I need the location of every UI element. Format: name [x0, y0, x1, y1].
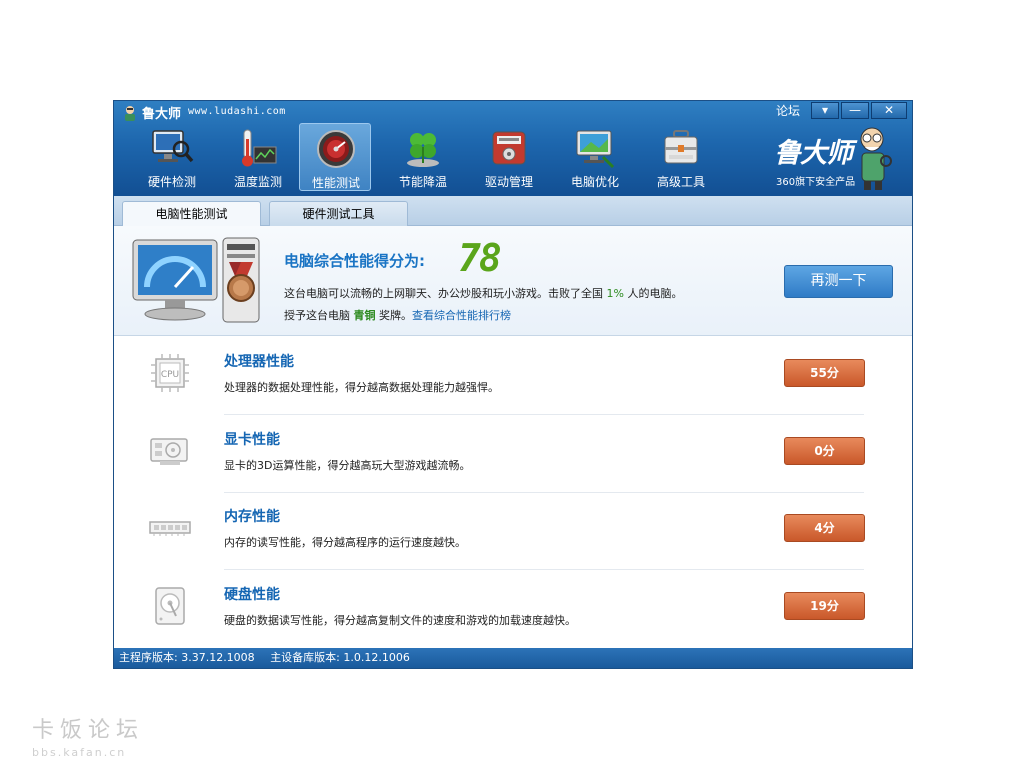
tool-label: 高级工具 — [656, 175, 705, 189]
row-title[interactable]: 硬盘性能 — [224, 584, 280, 604]
graphics-card-icon — [150, 438, 188, 465]
tool-hardware-detect[interactable]: 硬件检测 — [136, 123, 208, 191]
row-cpu-performance: CPU 处理器性能 处理器的数据处理性能，得分越高数据处理能力越强悍。 55分 — [114, 337, 912, 415]
row-description: 内存的读写性能，得分越高程序的运行速度越快。 — [224, 536, 466, 549]
graphics-score-badge[interactable]: 0分 — [784, 437, 865, 465]
tool-pc-optimize[interactable]: 电脑优化 — [559, 123, 631, 191]
memory-score-badge[interactable]: 4分 — [784, 514, 865, 542]
forum-link[interactable]: 论坛 — [776, 102, 800, 119]
tool-label: 驱动管理 — [484, 175, 533, 189]
desc-suffix: 人的电脑。 — [627, 287, 683, 300]
tool-energy-saving[interactable]: 节能降温 — [387, 123, 459, 191]
retest-button[interactable]: 再测一下 — [784, 265, 893, 298]
memory-stick-icon — [149, 521, 191, 536]
menu-dropdown-button[interactable]: ▾ — [811, 102, 839, 119]
score-summary: 电脑综合性能得分为: 78 这台电脑可以流畅的上网聊天、办公炒股和玩小游戏。击败… — [114, 226, 912, 336]
desc-prefix: 这台电脑可以流畅的上网聊天、办公炒股和玩小游戏。击败了全国 — [284, 287, 603, 300]
device-db-version: 主设备库版本: 1.0.12.1006 — [270, 651, 410, 664]
tool-driver-management[interactable]: 驱动管理 — [473, 123, 545, 191]
driver-box-icon — [492, 131, 526, 165]
thermometer-icon — [242, 129, 277, 167]
tool-label: 性能测试 — [311, 176, 360, 190]
clover-icon — [407, 133, 439, 167]
tool-label: 温度监测 — [233, 175, 282, 189]
tool-performance-test[interactable]: 性能测试 — [299, 123, 371, 191]
watermark-title: 卡饭论坛 — [32, 718, 145, 743]
app-window: 鲁大师 www.ludashi.com 论坛 ▾ — ✕ 硬件检测 温度监测 性… — [113, 100, 913, 669]
close-button[interactable]: ✕ — [871, 102, 907, 119]
tool-advanced[interactable]: 高级工具 — [645, 123, 717, 191]
row-description: 显卡的3D运算性能，得分越高玩大型游戏越流畅。 — [224, 459, 471, 472]
minimize-button[interactable]: — — [841, 102, 869, 119]
hard-disk-icon — [155, 587, 185, 625]
row-disk-performance: 硬盘性能 硬盘的数据读写性能，得分越高复制文件的速度和游戏的加载速度越快。 19… — [114, 570, 912, 648]
tool-label: 硬件检测 — [147, 175, 196, 189]
row-title[interactable]: 处理器性能 — [224, 351, 294, 371]
toolbox-icon — [664, 130, 698, 164]
app-logo-icon — [125, 106, 135, 121]
tab-hardware-test-tools[interactable]: 硬件测试工具 — [269, 201, 408, 226]
ranking-link[interactable]: 查看综合性能排行榜 — [412, 309, 511, 322]
performance-list: CPU 处理器性能 处理器的数据处理性能，得分越高数据处理能力越强悍。 55分 … — [114, 337, 912, 647]
monitor-optimize-icon — [576, 130, 615, 169]
row-description: 处理器的数据处理性能，得分越高数据处理能力越强悍。 — [224, 381, 499, 394]
program-version: 主程序版本: 3.37.12.1008 — [119, 651, 255, 664]
award-prefix: 授予这台电脑 — [284, 309, 350, 322]
status-bar: 主程序版本: 3.37.12.1008 主设备库版本: 1.0.12.1006 — [114, 648, 912, 668]
title-header: 鲁大师 www.ludashi.com 论坛 ▾ — ✕ 硬件检测 温度监测 性… — [114, 101, 912, 196]
app-url: www.ludashi.com — [188, 106, 286, 117]
row-title[interactable]: 内存性能 — [224, 506, 280, 526]
score-description: 这台电脑可以流畅的上网聊天、办公炒股和玩小游戏。击败了全国 1% 人的电脑。 — [284, 285, 682, 301]
app-title: 鲁大师 — [142, 107, 182, 122]
award-medal: 青铜 — [353, 309, 376, 322]
svg-text:CPU: CPU — [161, 370, 179, 380]
brand-name: 鲁大师 — [774, 138, 853, 169]
disk-score-badge[interactable]: 19分 — [784, 592, 865, 620]
tool-label: 电脑优化 — [570, 175, 619, 189]
watermark-url: bbs.kafan.cn — [32, 746, 127, 759]
monitor-magnifier-icon — [152, 130, 194, 163]
award-line: 授予这台电脑 青铜 奖牌。查看综合性能排行榜 — [284, 307, 511, 323]
tab-pc-performance-test[interactable]: 电脑性能测试 — [122, 201, 261, 227]
row-description: 硬盘的数据读写性能，得分越高复制文件的速度和游戏的加载速度越快。 — [224, 614, 576, 627]
cpu-chip-icon: CPU — [151, 354, 189, 392]
tool-temperature-monitor[interactable]: 温度监测 — [222, 123, 294, 191]
row-graphics-performance: 显卡性能 显卡的3D运算性能，得分越高玩大型游戏越流畅。 0分 — [114, 415, 912, 493]
cpu-score-badge[interactable]: 55分 — [784, 359, 865, 387]
overall-score: 78 — [458, 236, 502, 280]
row-memory-performance: 内存性能 内存的读写性能，得分越高程序的运行速度越快。 4分 — [114, 492, 912, 570]
watermark: 卡饭论坛 bbs.kafan.cn — [32, 712, 172, 762]
brand-subtitle: 360旗下安全产品 — [776, 177, 856, 188]
score-heading: 电脑综合性能得分为: — [284, 252, 425, 270]
beat-percent: 1% — [606, 287, 624, 300]
award-suffix: 奖牌。 — [379, 309, 412, 322]
tab-bar: 电脑性能测试 硬件测试工具 — [114, 196, 912, 227]
brand-area: 鲁大师 360旗下安全产品 — [772, 123, 892, 191]
mascot-icon — [860, 127, 892, 190]
row-title[interactable]: 显卡性能 — [224, 429, 280, 449]
computer-medal-icon — [132, 237, 260, 323]
tool-label: 节能降温 — [398, 175, 447, 189]
speedometer-icon — [317, 130, 355, 168]
